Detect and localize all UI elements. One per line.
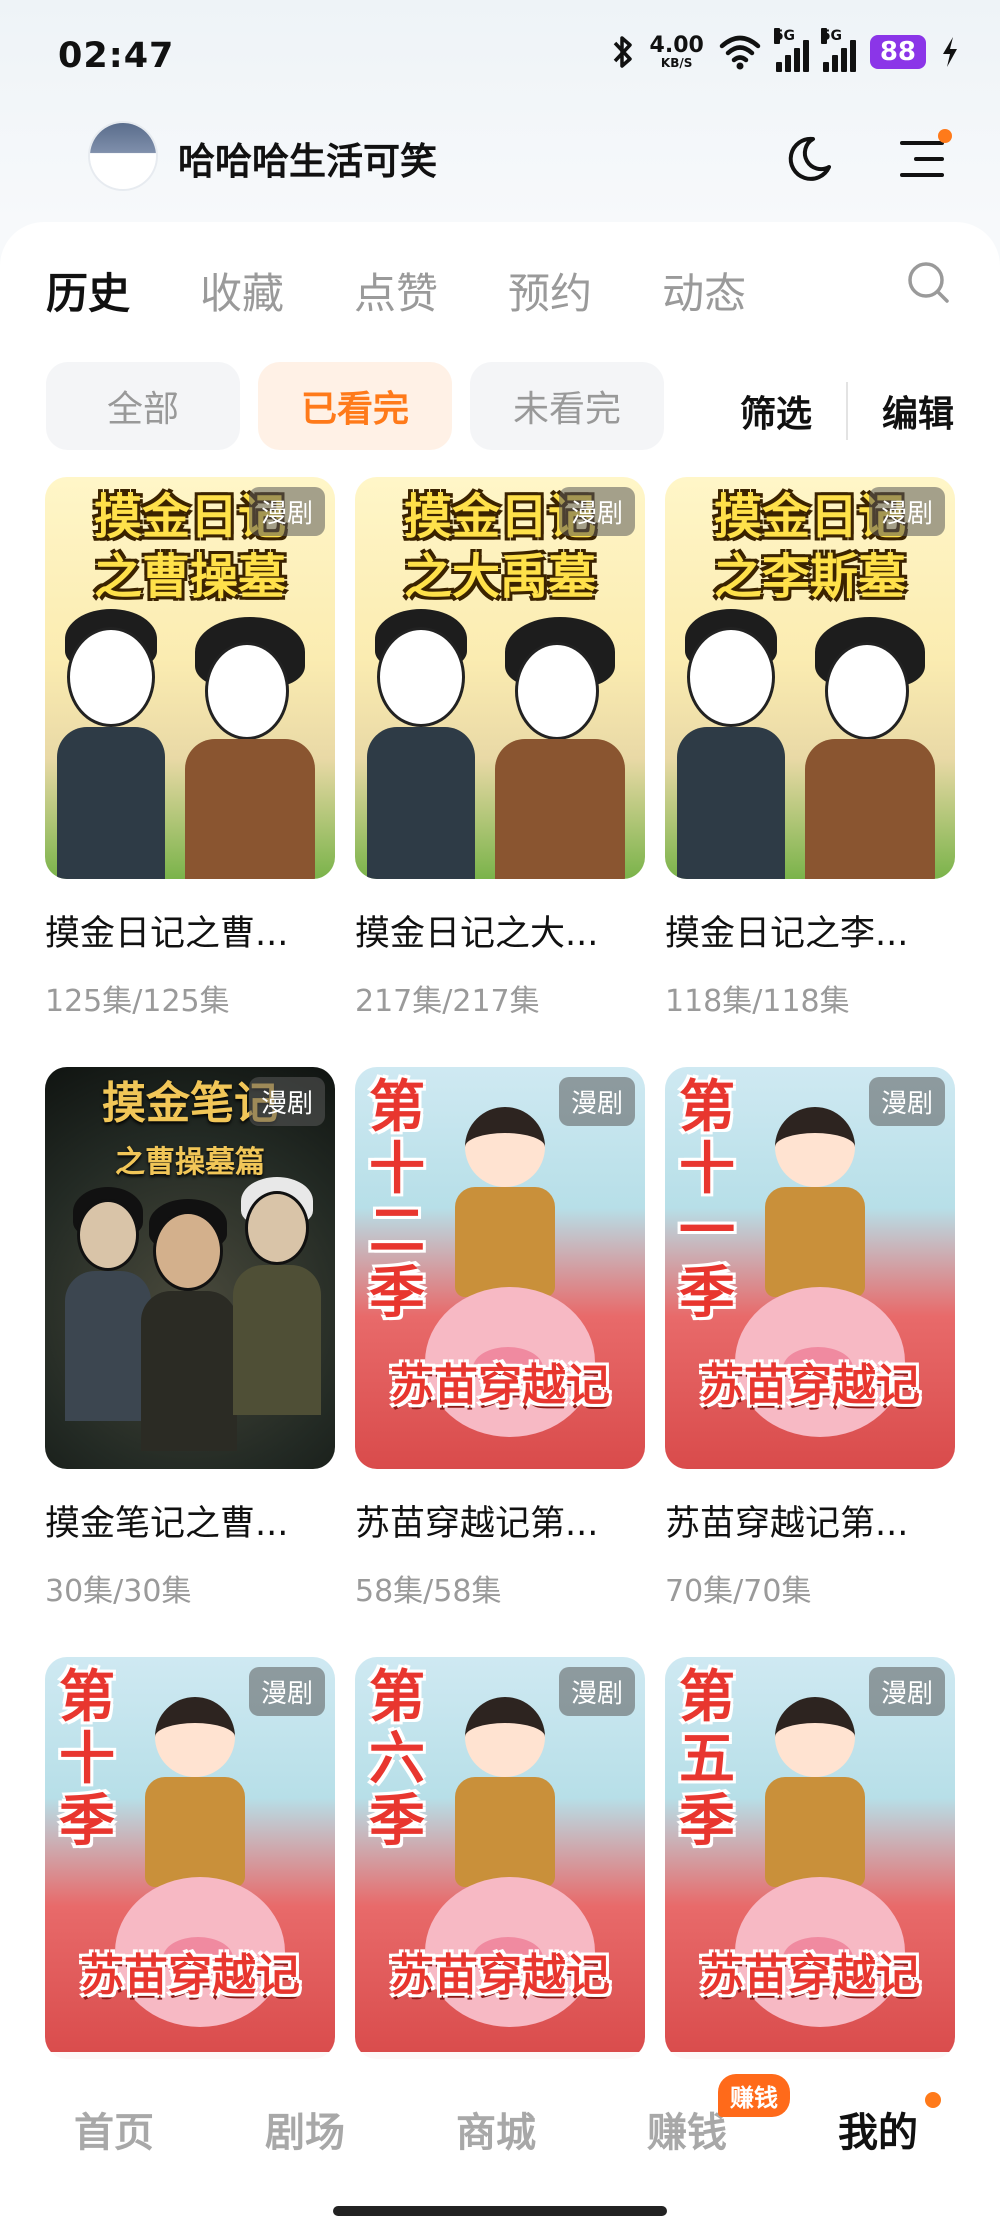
status-badge: 漫剧 bbox=[248, 1667, 325, 1716]
list-item[interactable]: 第五季 苏苗穿越记 漫剧 bbox=[665, 1657, 955, 2059]
battery-icon: 88 bbox=[869, 35, 926, 69]
status-badge: 漫剧 bbox=[248, 1077, 325, 1126]
poster-thumbnail[interactable]: 第十一季 苏苗穿越记 漫剧 bbox=[665, 1067, 955, 1469]
status-bar: 02:47 4.00 KB/S 5G 5G 88 bbox=[0, 0, 1000, 110]
episode-count: 70集/70集 bbox=[665, 1574, 812, 1609]
poster-season: 第十季 bbox=[59, 1665, 115, 1854]
search-icon[interactable] bbox=[906, 260, 950, 304]
poster-thumbnail[interactable]: 第五季 苏苗穿越记 漫剧 bbox=[665, 1657, 955, 2059]
poster-thumbnail[interactable]: 第十季 苏苗穿越记 漫剧 bbox=[45, 1657, 335, 2059]
app-screen: 02:47 4.00 KB/S 5G 5G 88 哈哈哈生活可笑 历史 收藏 点… bbox=[0, 0, 1000, 2233]
wifi-icon bbox=[719, 35, 761, 70]
poster-banner: 苏苗穿越记 bbox=[700, 1950, 920, 2001]
poster-season: 第十一季 bbox=[679, 1075, 735, 1326]
item-title: 苏苗穿越记第... bbox=[355, 1504, 599, 1544]
poster-season: 第五季 bbox=[679, 1665, 735, 1854]
menu-icon[interactable] bbox=[900, 127, 952, 187]
profile-header: 哈哈哈生活可笑 bbox=[0, 115, 1000, 225]
status-time: 02:47 bbox=[58, 36, 175, 76]
notification-dot bbox=[925, 2092, 941, 2108]
notification-dot bbox=[938, 129, 952, 143]
tab-bar: 历史 收藏 点赞 预约 动态 bbox=[46, 260, 746, 321]
poster-thumbnail[interactable]: 第六季 苏苗穿越记 漫剧 bbox=[355, 1657, 645, 2059]
item-title: 摸金日记之曹... bbox=[45, 914, 289, 954]
nav-earn[interactable]: 赚钱 bbox=[647, 2100, 727, 2158]
filter-unfinished[interactable]: 未看完 bbox=[470, 362, 664, 450]
episode-count: 30集/30集 bbox=[45, 1574, 192, 1609]
list-item[interactable]: 第六季 苏苗穿越记 漫剧 bbox=[355, 1657, 645, 2059]
item-title: 摸金日记之李... bbox=[665, 914, 909, 954]
item-title: 摸金日记之大... bbox=[355, 914, 599, 954]
filter-chips: 全部 已看完 未看完 bbox=[46, 362, 664, 450]
status-badge: 漫剧 bbox=[868, 487, 945, 536]
tab-history[interactable]: 历史 bbox=[46, 260, 130, 321]
tab-reservations[interactable]: 预约 bbox=[508, 260, 592, 321]
poster-season: 第十二季 bbox=[369, 1075, 425, 1326]
list-item[interactable]: 摸金日记 之李斯墓 漫剧 摸金日记之李... 118集/118集 bbox=[665, 477, 955, 1020]
poster-banner: 苏苗穿越记 bbox=[390, 1950, 610, 2001]
list-item[interactable]: 第十二季 苏苗穿越记 漫剧 苏苗穿越记第... 58集/58集 bbox=[355, 1067, 645, 1610]
list-item[interactable]: 摸金笔记 之曹操墓篇 漫剧 摸金笔记之曹... 30集/30集 bbox=[45, 1067, 335, 1610]
poster-thumbnail[interactable]: 第十二季 苏苗穿越记 漫剧 bbox=[355, 1067, 645, 1469]
filter-button[interactable]: 筛选 bbox=[740, 385, 812, 437]
poster-banner: 苏苗穿越记 bbox=[700, 1360, 920, 1411]
status-badge: 漫剧 bbox=[248, 487, 325, 536]
status-badge: 漫剧 bbox=[558, 1667, 635, 1716]
status-badge: 漫剧 bbox=[558, 1077, 635, 1126]
item-title: 摸金笔记之曹... bbox=[45, 1504, 289, 1544]
list-item[interactable]: 第十一季 苏苗穿越记 漫剧 苏苗穿越记第... 70集/70集 bbox=[665, 1067, 955, 1610]
tab-likes[interactable]: 点赞 bbox=[354, 260, 438, 321]
nav-mine[interactable]: 我的 bbox=[838, 2100, 918, 2158]
list-item[interactable]: 摸金日记 之大禹墓 漫剧 摸金日记之大... 217集/217集 bbox=[355, 477, 645, 1020]
status-badge: 漫剧 bbox=[868, 1077, 945, 1126]
episode-count: 217集/217集 bbox=[355, 984, 540, 1019]
filter-finished[interactable]: 已看完 bbox=[258, 362, 452, 450]
list-item[interactable]: 摸金日记 之曹操墓 漫剧 摸金日记之曹... 125集/125集 bbox=[45, 477, 335, 1020]
signal-icon: 5G bbox=[773, 28, 809, 72]
poster-thumbnail[interactable]: 摸金日记 之曹操墓 漫剧 bbox=[45, 477, 335, 879]
charging-icon bbox=[943, 37, 957, 67]
poster-season: 第六季 bbox=[369, 1665, 425, 1854]
nav-mall[interactable]: 商城 bbox=[456, 2100, 536, 2158]
tab-favorites[interactable]: 收藏 bbox=[200, 260, 284, 321]
poster-thumbnail[interactable]: 摸金笔记 之曹操墓篇 漫剧 bbox=[45, 1067, 335, 1469]
edit-button[interactable]: 编辑 bbox=[882, 385, 954, 437]
username[interactable]: 哈哈哈生活可笑 bbox=[178, 131, 437, 185]
home-indicator[interactable] bbox=[333, 2206, 667, 2216]
status-badge: 漫剧 bbox=[558, 487, 635, 536]
avatar[interactable] bbox=[90, 123, 156, 189]
content-card: 历史 收藏 点赞 预约 动态 全部 已看完 未看完 筛选 编辑 摸金日记 之曹操墓 bbox=[0, 222, 1000, 2233]
poster-thumbnail[interactable]: 摸金日记 之李斯墓 漫剧 bbox=[665, 477, 955, 879]
poster-banner: 苏苗穿越记 bbox=[80, 1950, 300, 2001]
episode-count: 58集/58集 bbox=[355, 1574, 502, 1609]
moon-icon[interactable] bbox=[783, 133, 835, 185]
net-speed: 4.00 KB/S bbox=[649, 33, 704, 70]
episode-count: 118集/118集 bbox=[665, 984, 850, 1019]
divider bbox=[845, 382, 848, 440]
tab-activity[interactable]: 动态 bbox=[662, 260, 746, 321]
episode-count: 125集/125集 bbox=[45, 984, 230, 1019]
bluetooth-icon bbox=[613, 36, 632, 68]
status-badge: 漫剧 bbox=[868, 1667, 945, 1716]
earn-badge: 赚钱 bbox=[718, 2074, 790, 2117]
list-item[interactable]: 第十季 苏苗穿越记 漫剧 bbox=[45, 1657, 335, 2059]
filter-all[interactable]: 全部 bbox=[46, 362, 240, 450]
poster-thumbnail[interactable]: 摸金日记 之大禹墓 漫剧 bbox=[355, 477, 645, 879]
nav-home[interactable]: 首页 bbox=[74, 2100, 154, 2158]
nav-theater[interactable]: 剧场 bbox=[265, 2100, 345, 2158]
status-icons: 4.00 KB/S 5G 5G 88 bbox=[610, 28, 960, 72]
list-actions: 筛选 编辑 bbox=[740, 382, 954, 440]
signal-icon: 5G bbox=[820, 28, 856, 72]
item-title: 苏苗穿越记第... bbox=[665, 1504, 909, 1544]
poster-banner: 苏苗穿越记 bbox=[390, 1360, 610, 1411]
